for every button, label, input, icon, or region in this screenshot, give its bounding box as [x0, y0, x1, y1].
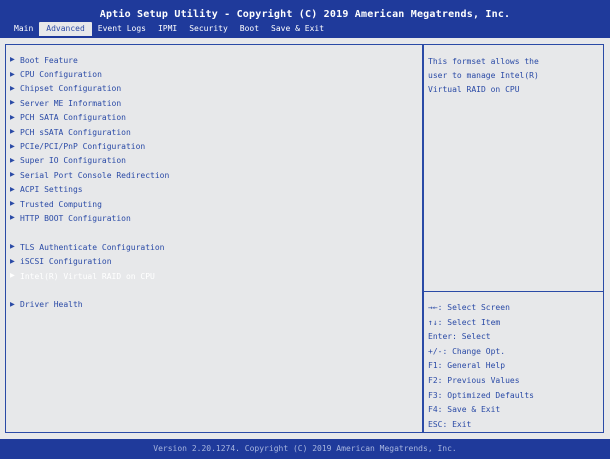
menu-item-chipset-configuration[interactable]: ▶ Chipset Configuration: [10, 82, 169, 96]
menu-item-label: ACPI Settings: [20, 185, 83, 195]
menu-item-label: Intel(R) Virtual RAID on CPU: [20, 271, 155, 281]
footer: Version 2.20.1274. Copyright (C) 2019 Am…: [0, 439, 610, 459]
triangle-right-icon: ▶: [10, 198, 15, 208]
tab-save-exit[interactable]: Save & Exit: [265, 22, 330, 36]
triangle-right-icon: ▶: [10, 256, 15, 266]
menu-item-trusted-computing[interactable]: ▶ Trusted Computing: [10, 197, 169, 211]
triangle-right-icon: ▶: [10, 54, 15, 64]
menu-item-iscsi-configuration[interactable]: ▶ iSCSI Configuration: [10, 254, 169, 268]
menu-item-label: Serial Port Console Redirection: [20, 170, 170, 180]
menu-item-label: Chipset Configuration: [20, 84, 122, 94]
menu-item-cpu-configuration[interactable]: ▶ CPU Configuration: [10, 67, 169, 81]
triangle-right-icon: ▶: [10, 299, 15, 309]
triangle-right-icon: ▶: [10, 241, 15, 251]
menu-item-label: Driver Health: [20, 300, 83, 310]
menu-spacer: [10, 226, 169, 240]
advanced-menu-panel: ▶ Boot Feature ▶ CPU Configuration ▶ Chi…: [5, 44, 423, 433]
triangle-right-icon: ▶: [10, 212, 15, 222]
menu-item-pcie-pci-pnp-configuration[interactable]: ▶ PCIe/PCI/PnP Configuration: [10, 139, 169, 153]
menu-item-label: iSCSI Configuration: [20, 257, 112, 267]
key-legend-line: →←: Select Screen: [428, 303, 510, 312]
menu-item-pch-ssata-configuration[interactable]: ▶ PCH sSATA Configuration: [10, 125, 169, 139]
triangle-right-icon: ▶: [10, 169, 15, 179]
menu-item-server-me-information[interactable]: ▶ Server ME Information: [10, 96, 169, 110]
key-legend-line: ↑↓: Select Item: [428, 317, 501, 327]
menu-item-boot-feature[interactable]: ▶ Boot Feature: [10, 53, 169, 67]
key-legend-line: Enter: Select: [428, 332, 491, 342]
key-legend-line: F3: Optimized Defaults: [428, 390, 534, 400]
top-bar: Aptio Setup Utility - Copyright (C) 2019…: [0, 0, 610, 38]
key-legend-line: +/-: Change Opt.: [428, 346, 506, 356]
menu-item-label: TLS Authenticate Configuration: [20, 242, 165, 252]
triangle-right-icon: ▶: [10, 184, 15, 194]
menu-item-label: Trusted Computing: [20, 199, 102, 209]
key-legend: →←: Select Screen ↑↓: Select Item Enter:…: [428, 301, 598, 432]
menu-item-super-io-configuration[interactable]: ▶ Super IO Configuration: [10, 154, 169, 168]
menu-item-label: HTTP BOOT Configuration: [20, 213, 131, 223]
menu-item-label: CPU Configuration: [20, 70, 102, 80]
menu-item-tls-authenticate-configuration[interactable]: ▶ TLS Authenticate Configuration: [10, 240, 169, 254]
help-line: Virtual RAID on CPU: [428, 85, 520, 94]
key-legend-line: F4: Save & Exit: [428, 405, 501, 415]
menu-item-pch-sata-configuration[interactable]: ▶ PCH SATA Configuration: [10, 111, 169, 125]
help-panel: This formset allows the user to manage I…: [423, 44, 604, 433]
tab-main[interactable]: Main: [8, 22, 39, 36]
key-legend-line: ESC: Exit: [428, 419, 472, 429]
triangle-right-icon: ▶: [10, 83, 15, 93]
menu-item-intel-vroc-selected[interactable]: ▶ Intel(R) Virtual RAID on CPU: [10, 269, 169, 283]
key-legend-line: F1: General Help: [428, 361, 506, 371]
menu-item-label: PCH sSATA Configuration: [20, 127, 131, 137]
tab-event-logs[interactable]: Event Logs: [92, 22, 152, 36]
tab-bar: Main Advanced Event Logs IPMI Security B…: [8, 22, 330, 36]
menu-item-driver-health[interactable]: ▶ Driver Health: [10, 298, 169, 312]
app-title: Aptio Setup Utility - Copyright (C) 2019…: [99, 9, 511, 20]
triangle-right-icon: ▶: [10, 97, 15, 107]
menu-item-label: PCIe/PCI/PnP Configuration: [20, 142, 146, 152]
menu-item-http-boot-configuration[interactable]: ▶ HTTP BOOT Configuration: [10, 211, 169, 225]
menu-item-label: Super IO Configuration: [20, 156, 126, 166]
triangle-right-icon: ▶: [10, 155, 15, 165]
tab-ipmi[interactable]: IPMI: [152, 22, 183, 36]
menu-item-label: Server ME Information: [20, 98, 122, 108]
menu-item-label: PCH SATA Configuration: [20, 113, 126, 123]
triangle-right-icon: ▶: [10, 69, 15, 79]
tab-advanced[interactable]: Advanced: [39, 22, 92, 36]
menu-item-label: Boot Feature: [20, 55, 78, 65]
help-text: This formset allows the user to manage I…: [428, 55, 598, 97]
key-legend-line: F2: Previous Values: [428, 375, 520, 385]
triangle-right-icon: ▶: [10, 141, 15, 151]
bios-setup-screen: Aptio Setup Utility - Copyright (C) 2019…: [0, 0, 610, 459]
menu-item-acpi-settings[interactable]: ▶ ACPI Settings: [10, 183, 169, 197]
menu-spacer: [10, 283, 169, 297]
help-line: user to manage Intel(R): [428, 71, 539, 80]
tab-security[interactable]: Security: [183, 22, 234, 36]
help-line: This formset allows the: [428, 57, 539, 66]
triangle-right-icon: ▶: [10, 126, 15, 136]
triangle-right-icon: ▶: [10, 270, 15, 280]
menu-item-serial-port-console-redirection[interactable]: ▶ Serial Port Console Redirection: [10, 168, 169, 182]
help-divider: [424, 291, 603, 292]
triangle-right-icon: ▶: [10, 112, 15, 122]
advanced-menu-list: ▶ Boot Feature ▶ CPU Configuration ▶ Chi…: [10, 53, 169, 312]
tab-boot[interactable]: Boot: [234, 22, 265, 36]
